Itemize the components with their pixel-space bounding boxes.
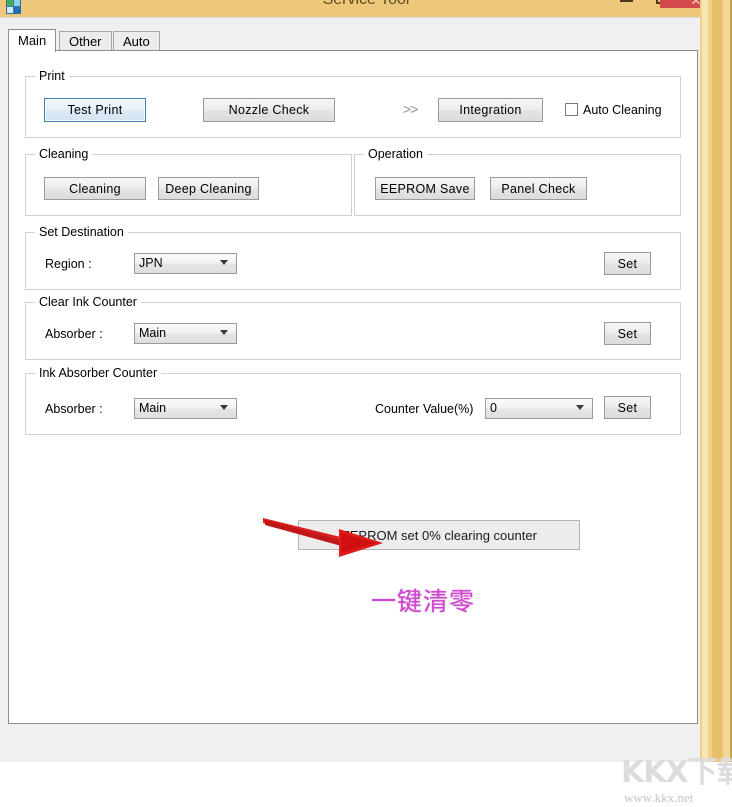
watermark-url: www.kkx.net bbox=[624, 790, 694, 805]
counter-value-select[interactable]: 0 bbox=[485, 398, 593, 419]
integration-button[interactable]: Integration bbox=[438, 98, 543, 122]
clear-ink-absorber-label: Absorber : bbox=[45, 327, 103, 341]
counter-value-label: Counter Value(%) bbox=[375, 402, 474, 416]
window-frame-right bbox=[700, 0, 732, 762]
test-print-button[interactable]: Test Print bbox=[44, 98, 146, 122]
tab-auto[interactable]: Auto bbox=[113, 31, 160, 51]
group-set-destination-legend: Set Destination bbox=[35, 225, 128, 239]
eeprom-clear-counter-button[interactable]: EEPROM set 0% clearing counter bbox=[298, 520, 580, 550]
group-operation: Operation EEPROM Save Panel Check bbox=[354, 147, 681, 216]
group-clear-ink-counter: Clear Ink Counter Absorber : Main Set bbox=[25, 295, 681, 360]
group-cleaning-legend: Cleaning bbox=[35, 147, 93, 161]
eeprom-save-button[interactable]: EEPROM Save bbox=[375, 177, 475, 200]
cleaning-button[interactable]: Cleaning bbox=[44, 177, 146, 200]
ink-absorber-counter-set-button[interactable]: Set bbox=[604, 396, 651, 419]
ink-absorber-select[interactable]: Main bbox=[134, 398, 237, 419]
region-select-value: JPN bbox=[139, 256, 163, 270]
chevron-right-icon: >> bbox=[403, 101, 418, 117]
group-operation-legend: Operation bbox=[364, 147, 427, 161]
clear-ink-absorber-value: Main bbox=[139, 326, 167, 340]
chevron-down-icon bbox=[220, 405, 229, 411]
clear-ink-absorber-select[interactable]: Main bbox=[134, 323, 237, 344]
title-bar: Service Tool ✕ bbox=[0, 0, 732, 17]
group-ink-absorber-counter: Ink Absorber Counter Absorber : Main Cou… bbox=[25, 366, 681, 435]
group-clear-ink-counter-legend: Clear Ink Counter bbox=[35, 295, 141, 309]
group-cleaning: Cleaning Cleaning Deep Cleaning bbox=[25, 147, 352, 216]
chevron-down-icon bbox=[220, 260, 229, 266]
client-area: Main Other Auto Print Test Print Nozzle … bbox=[0, 17, 732, 805]
group-print: Print Test Print Nozzle Check >> Integra… bbox=[25, 69, 681, 138]
auto-cleaning-checkbox[interactable] bbox=[565, 103, 578, 116]
watermark: KKX下载 www.kkx.net bbox=[621, 757, 732, 807]
tab-strip: Main Other Auto bbox=[8, 29, 698, 52]
nozzle-check-button[interactable]: Nozzle Check bbox=[203, 98, 335, 122]
counter-value-select-value: 0 bbox=[490, 401, 497, 415]
set-destination-button[interactable]: Set bbox=[604, 252, 651, 275]
tab-other[interactable]: Other bbox=[59, 31, 112, 51]
chinese-annotation-text: 一键清零 bbox=[371, 587, 476, 616]
region-label: Region : bbox=[45, 257, 92, 271]
group-ink-absorber-counter-legend: Ink Absorber Counter bbox=[35, 366, 162, 380]
group-print-legend: Print bbox=[35, 69, 69, 83]
group-set-destination: Set Destination Region : JPN Set bbox=[25, 225, 681, 290]
chevron-down-icon bbox=[220, 330, 229, 336]
ink-absorber-value: Main bbox=[139, 401, 167, 415]
ink-absorber-label: Absorber : bbox=[45, 402, 103, 416]
clear-ink-counter-set-button[interactable]: Set bbox=[604, 322, 651, 345]
application-window: Service Tool ✕ Main Other Auto bbox=[0, 0, 732, 805]
tab-main[interactable]: Main bbox=[8, 29, 57, 52]
minimize-button[interactable] bbox=[612, 0, 640, 8]
auto-cleaning-label: Auto Cleaning bbox=[583, 103, 662, 117]
tab-page-main: Print Test Print Nozzle Check >> Integra… bbox=[8, 50, 732, 805]
panel-check-button[interactable]: Panel Check bbox=[490, 177, 587, 200]
region-select[interactable]: JPN bbox=[134, 253, 237, 274]
deep-cleaning-button[interactable]: Deep Cleaning bbox=[158, 177, 259, 200]
chevron-down-icon bbox=[576, 405, 585, 411]
